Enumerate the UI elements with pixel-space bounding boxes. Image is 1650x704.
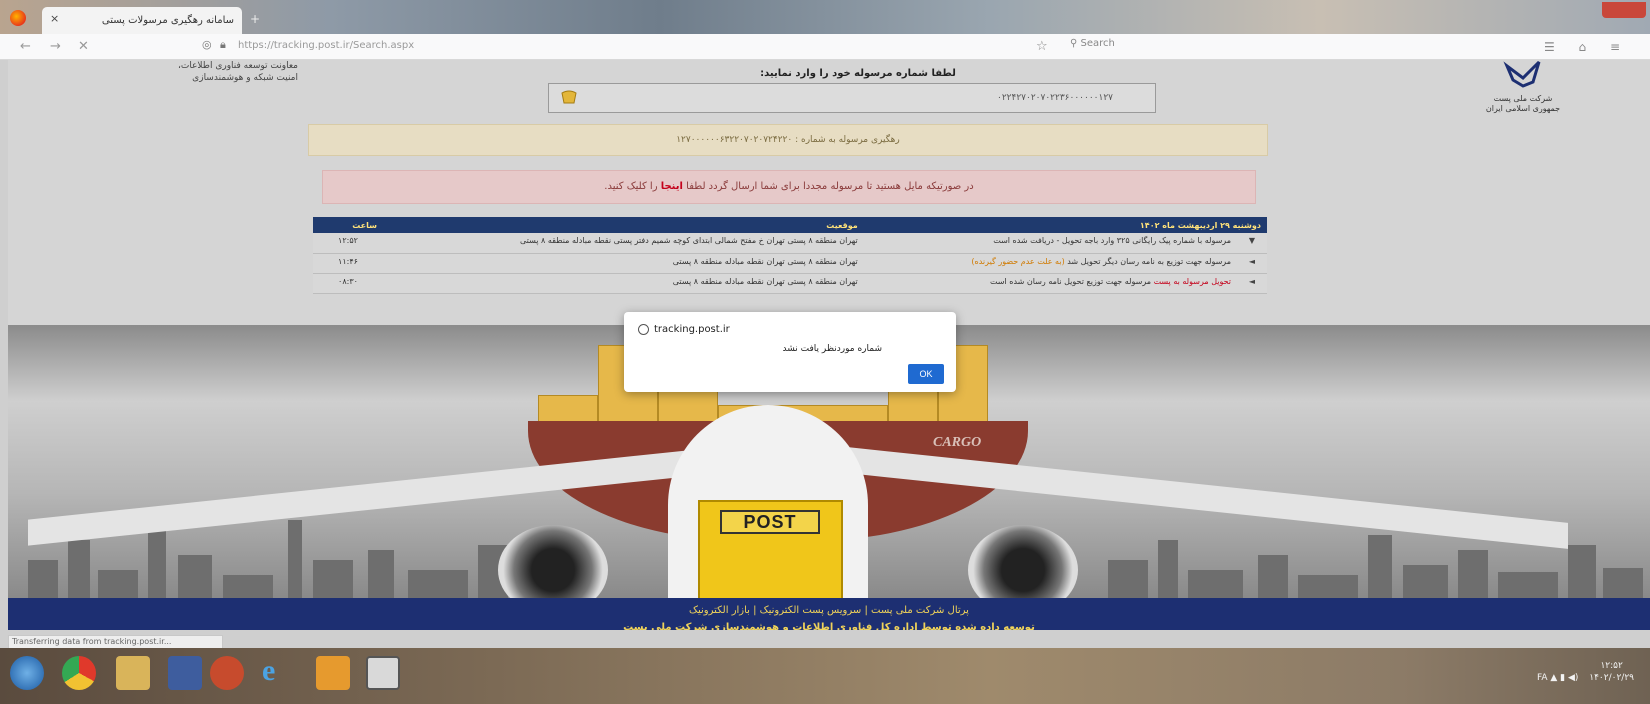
firefox-icon[interactable] [10, 10, 26, 26]
result-banner: رهگیری مرسوله به شماره : ۱۲۷۰۰۰۰۰۰۶۳۲۲۰۷… [308, 124, 1268, 156]
header-subtitle: معاونت توسعه فناوری اطلاعات، امنیت شبکه … [118, 60, 298, 84]
tab-title: سامانه رهگیری مرسولات پستی [101, 15, 234, 26]
stop-button[interactable]: ✕ [78, 39, 89, 54]
language-indicator[interactable]: FA [1537, 673, 1548, 683]
shield-icon[interactable]: ◎ [202, 38, 212, 51]
forward-button[interactable]: → [50, 39, 61, 54]
url-bar[interactable]: ◎ 🔒︎ https://tracking.post.ir/Search.asp… [200, 38, 1020, 56]
search-prompt: لطفا شماره مرسوله خود را وارد نمایید: [760, 68, 956, 79]
header-line-2: امنیت شبکه و هوشمندسازی [192, 73, 298, 83]
screen: سامانه رهگیری مرسولات پستی × + ← → ✕ ◎ 🔒… [0, 0, 1650, 704]
search-placeholder: Search [1080, 38, 1115, 49]
row-event: مرسوله جهت توزیع به نامه رسان دیگر تحویل… [863, 253, 1237, 274]
system-tray[interactable]: FA ▲ ▮ ◀) ۱۲:۵۲ ۱۴۰۲/۰۲/۲۹ [1537, 660, 1634, 684]
logo-line-2: جمهوری اسلامی ایران [1485, 104, 1561, 113]
alert-dialog: tracking.post.ir شماره موردنظر یافت نشد … [624, 312, 956, 392]
logo-line-1: شرکت ملی پست [1493, 94, 1553, 103]
start-button-icon[interactable] [10, 656, 44, 690]
expand-arrow-icon[interactable]: ◄ [1237, 253, 1267, 274]
tab-close-icon[interactable]: × [50, 12, 59, 25]
bookmark-star-icon[interactable]: ☆ [1036, 39, 1048, 54]
clock-time: ۱۲:۵۲ [1600, 661, 1623, 671]
cargo-label: CARGO [933, 435, 982, 450]
tracking-number-value: ۰۲۲۴۲۷۰۲۰۷۰۲۲۳۶۰۰۰۰۰۰۱۲۷ [996, 93, 1113, 103]
event-text: تحویل مرسوله به پست [1153, 276, 1231, 286]
row-location: تهران منطقه ۸ پستی تهران نقطه مبادله منط… [383, 273, 864, 294]
expand-arrow-icon[interactable]: ◄ [1237, 273, 1267, 294]
header-line-1: معاونت توسعه فناوری اطلاعات، [177, 61, 298, 71]
row-event: تحویل مرسوله به پست مرسوله جهت توزیع تحو… [863, 273, 1237, 294]
browser-nav-bar: ← → ✕ ◎ 🔒︎ https://tracking.post.ir/Sear… [0, 34, 1650, 60]
event-text: مرسوله با شماره پیک رایگانی ۳۲۵ وارد باج… [993, 236, 1231, 245]
file-explorer-icon[interactable] [116, 656, 150, 690]
tracking-number-input[interactable]: ۰۲۲۴۲۷۰۲۰۷۰۲۲۳۶۰۰۰۰۰۰۱۲۷ [548, 83, 1156, 113]
table-header-time: ساعت [313, 217, 383, 233]
tracking-table: دوشنبه ۲۹ اردیبهشت ماه ۱۴۰۲ موقعیت ساعت … [313, 217, 1267, 294]
dialog-origin: tracking.post.ir [638, 324, 730, 335]
firefox-taskbar-icon[interactable] [210, 656, 244, 690]
row-location: تهران منطقه ۸ پستی تهران خ مفتح شمالی اب… [383, 233, 864, 254]
event-highlight: (به علت عدم حضور گیرنده) [971, 256, 1068, 266]
mail-icon[interactable] [168, 656, 202, 690]
resend-alert: در صورتیکه مایل هستید تا مرسوله مجددا بر… [322, 170, 1256, 204]
browser-search-input[interactable]: ⚲ Search [1066, 38, 1446, 56]
browser-tab-bar: سامانه رهگیری مرسولات پستی × + [0, 0, 1650, 34]
row-time: ۱۱:۴۶ [313, 253, 383, 274]
windows-taskbar: e FA ▲ ▮ ◀) ۱۲:۵۲ ۱۴۰۲/۰۲/۲۹ [0, 648, 1650, 704]
chrome-icon[interactable] [62, 656, 96, 690]
table-row: ◄ مرسوله جهت توزیع به نامه رسان دیگر تحو… [313, 253, 1267, 274]
window-close-button[interactable] [1602, 2, 1646, 18]
ie-icon[interactable]: e [262, 656, 296, 690]
expand-arrow-icon[interactable]: ▼ [1237, 233, 1267, 254]
table-header-location: موقعیت [383, 217, 864, 233]
table-header-date: دوشنبه ۲۹ اردیبهشت ماه ۱۴۰۲ [863, 217, 1267, 233]
back-button[interactable]: ← [20, 39, 31, 54]
browser-tab[interactable]: سامانه رهگیری مرسولات پستی × [42, 7, 242, 34]
new-tab-button[interactable]: + [250, 12, 260, 26]
search-icon: ⚲ [1070, 38, 1081, 49]
event-text: مرسوله جهت توزیع به نامه رسان دیگر تحویل… [1067, 256, 1231, 266]
dialog-message: شماره موردنظر یافت نشد [782, 344, 882, 354]
row-event: مرسوله با شماره پیک رایگانی ۳۲۵ وارد باج… [863, 233, 1237, 254]
lock-icon[interactable]: 🔒︎ [220, 38, 226, 52]
footer-copyright: توسعه داده شده توسط اداره کل فناوری اطلا… [623, 622, 1035, 630]
footer-links[interactable]: پرتال شرکت ملی پست | سرویس پست الکترونیک… [8, 598, 1650, 616]
row-time: ۱۲:۵۲ [313, 233, 383, 254]
app-icon[interactable] [316, 656, 350, 690]
table-row: ▼ مرسوله با شماره پیک رایگانی ۳۲۵ وارد ب… [313, 233, 1267, 254]
post-logo[interactable]: شرکت ملی پست جمهوری اسلامی ایران [1468, 60, 1578, 114]
table-row: ◄ تحویل مرسوله به پست مرسوله جهت توزیع ت… [313, 273, 1267, 294]
post-bird-icon [1503, 60, 1541, 88]
resend-link[interactable]: اینجا [661, 181, 683, 192]
toolbar-icons[interactable]: ☰ ⌂ ≡ [1544, 40, 1630, 54]
alert-text: در صورتیکه مایل هستید تا مرسوله مجددا بر… [686, 181, 974, 192]
status-bar: Transferring data from tracking.post.ir.… [8, 635, 223, 649]
event-highlight: مرسوله جهت توزیع تحویل نامه رسان شده است [989, 276, 1154, 286]
window-icon[interactable] [366, 656, 400, 690]
row-time: ۰۸:۳۰ [313, 273, 383, 294]
dialog-ok-button[interactable]: OK [908, 364, 944, 384]
search-submit-icon[interactable] [559, 89, 579, 107]
post-sign: POST [720, 510, 820, 534]
site-footer: پرتال شرکت ملی پست | سرویس پست الکترونیک… [8, 598, 1650, 630]
clock-date: ۱۴۰۲/۰۲/۲۹ [1589, 673, 1634, 683]
row-location: تهران منطقه ۸ پستی تهران نقطه مبادله منط… [383, 253, 864, 274]
url-text[interactable]: https://tracking.post.ir/Search.aspx [238, 40, 414, 51]
globe-icon [638, 324, 649, 335]
dialog-site: tracking.post.ir [654, 324, 730, 335]
alert-suffix: را کلیک کنید. [604, 181, 658, 192]
